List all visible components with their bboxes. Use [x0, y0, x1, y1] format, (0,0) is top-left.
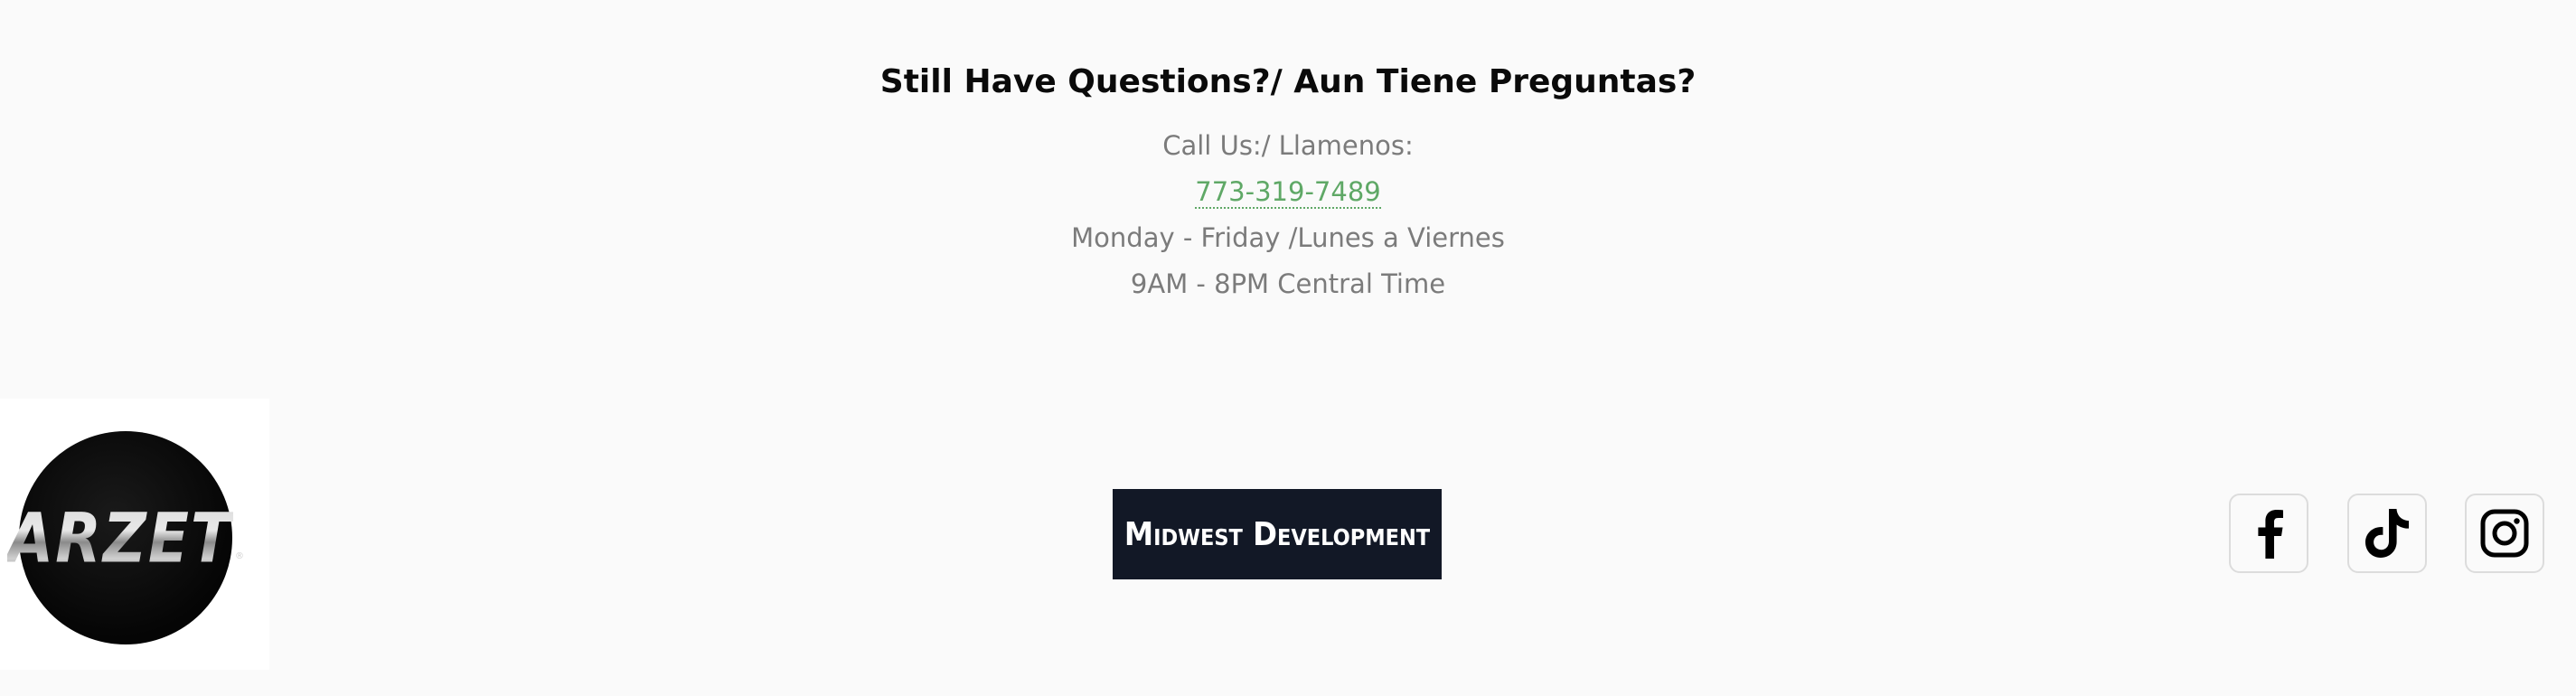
logo-tile[interactable]: ARZET ® — [0, 399, 269, 670]
phone-line: 773-319-7489 — [0, 169, 2576, 215]
instagram-link[interactable] — [2465, 494, 2544, 573]
facebook-link[interactable] — [2229, 494, 2308, 573]
business-hours: 9AM - 8PM Central Time — [1130, 268, 1446, 299]
contact-heading: Still Have Questions?/ Aun Tiene Pregunt… — [879, 63, 1697, 100]
phone-link[interactable]: 773-319-7489 — [1195, 176, 1381, 209]
arzet-logo: ARZET ® — [7, 431, 244, 644]
call-us-label: Call Us:/ Llamenos: — [1162, 130, 1414, 161]
contact-section: Still Have Questions?/ Aun Tiene Pregunt… — [0, 61, 2576, 307]
instagram-icon — [2480, 509, 2529, 558]
midwest-development-button[interactable]: Midwest Development — [1113, 489, 1442, 579]
brand-button-label: Midwest Development — [1123, 515, 1431, 553]
facebook-icon — [2258, 510, 2283, 559]
registered-mark: ® — [234, 551, 244, 561]
tiktok-link[interactable] — [2347, 494, 2427, 573]
logo-wordmark: ARZET — [7, 497, 233, 578]
business-days: Monday - Friday /Lunes a Viernes — [1071, 222, 1505, 253]
tiktok-icon — [2365, 509, 2409, 558]
